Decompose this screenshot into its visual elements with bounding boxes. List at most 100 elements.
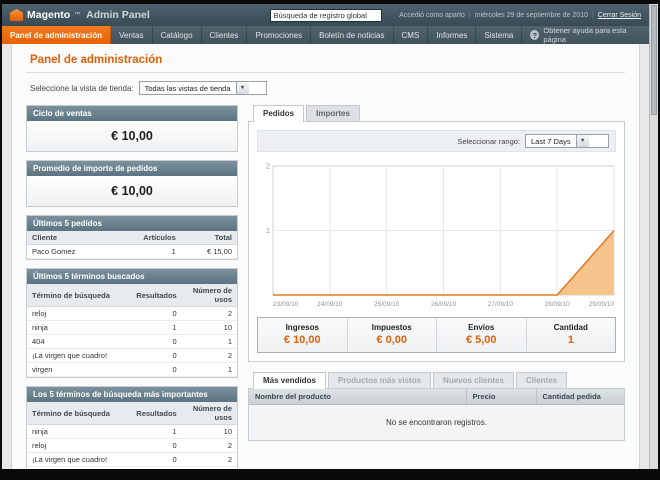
- table-header-row: Término de búsqueda Resultados Número de…: [27, 402, 237, 425]
- lifetime-sales-value: € 10,00: [27, 121, 237, 151]
- table-cell: € 15,00: [180, 244, 237, 259]
- table-row: Paco Gomez 1 € 15,00: [27, 244, 237, 259]
- separator: |: [468, 11, 471, 19]
- table-cell: 1: [181, 466, 237, 469]
- store-view-select[interactable]: Todas las vistas de tienda: [138, 81, 267, 95]
- title-divider: [26, 72, 625, 73]
- help-icon: [530, 30, 540, 40]
- global-search: [269, 8, 382, 22]
- range-label: Seleccionar rango:: [457, 136, 520, 146]
- top-search-terms-table: Término de búsqueda Resultados Número de…: [27, 402, 237, 469]
- orders-chart: 1 2 23/09/10 24/09/10 25/09/10 26/09/10 27/09/…: [257, 161, 616, 309]
- store-switcher: Seleccione la vista de tienda: Todas las…: [26, 81, 625, 95]
- panel-title: Los 5 términos de búsqueda más important…: [27, 387, 237, 402]
- last-search-terms-table: Término de búsqueda Resultados Número de…: [27, 284, 237, 377]
- table-row: 40401: [27, 466, 237, 469]
- lifetime-sales-panel: Ciclo de ventas € 10,00: [26, 105, 238, 152]
- last-orders-table: Cliente Artículos Total Paco Gomez 1 € 15,…: [27, 231, 237, 259]
- table-cell: 0: [131, 466, 182, 469]
- tab-orders[interactable]: Pedidos: [253, 105, 305, 122]
- column-header: Precio: [466, 389, 537, 405]
- nav-item-sales[interactable]: Ventas: [111, 26, 153, 44]
- tab-amounts[interactable]: Importes: [306, 105, 360, 121]
- stat-tax: Impuestos € 0,00: [346, 318, 437, 352]
- vertical-scrollbar[interactable]: [649, 4, 658, 469]
- column-header: Término de búsqueda: [27, 284, 132, 307]
- global-search-input[interactable]: [269, 8, 382, 22]
- column-header: Cantidad pedida: [536, 389, 624, 405]
- tab-bestsellers[interactable]: Más vendidos: [253, 372, 326, 389]
- browser-frame: Magento ™ Admin Panel Accedió como apart…: [0, 0, 660, 480]
- table-cell: 2: [181, 348, 237, 363]
- chevron-down-icon: [575, 135, 589, 147]
- table-header-row: Nombre del producto Precio Cantidad pedi…: [249, 389, 624, 405]
- user-info: Accedió como aparto | miércoles 29 de se…: [382, 11, 641, 19]
- table-cell: Paco Gomez: [27, 244, 113, 259]
- table-cell: 1: [131, 424, 182, 439]
- nav-item-catalog[interactable]: Catálogo: [153, 26, 202, 44]
- chart-panel: Seleccionar rango: Last 7 Days 1 2 23/09/1…: [248, 121, 625, 362]
- average-orders-value: € 10,00: [27, 176, 237, 206]
- table-cell: ninja: [27, 320, 132, 335]
- column-header: Cliente: [27, 231, 113, 245]
- stat-revenue: Ingresos € 10,00: [258, 318, 347, 352]
- brand-trademark: ™: [74, 12, 81, 18]
- nav-item-dashboard[interactable]: Panel de administración: [2, 26, 112, 44]
- nav-item-newsletter[interactable]: Boletín de noticias: [311, 26, 394, 44]
- table-row: ¡La virgen que cuadro! 0 2: [27, 348, 237, 363]
- last-search-terms-panel: Últimos 5 términos buscados Término de b…: [26, 268, 238, 378]
- panel-title: Ciclo de ventas: [27, 106, 237, 121]
- table-cell: reloj: [27, 306, 132, 321]
- bestsellers-panel: Nombre del producto Precio Cantidad pedi…: [248, 388, 625, 441]
- store-switcher-label: Seleccione la vista de tienda:: [30, 83, 134, 93]
- stat-shipping: Envíos € 5,00: [436, 318, 526, 352]
- stat-label: Envíos: [468, 323, 495, 332]
- tab-customers: Clientes: [515, 372, 568, 388]
- tab-new-customers: Nuevos clientes: [433, 372, 514, 388]
- column-header: Artículos: [112, 231, 181, 245]
- empty-message: No se encontraron registros.: [249, 404, 624, 440]
- table-cell: 0: [131, 348, 182, 363]
- help-link[interactable]: Obtener ayuda para esta página: [522, 26, 649, 44]
- brand-name: Magento: [27, 9, 71, 21]
- svg-text:2: 2: [266, 164, 270, 171]
- logout-link[interactable]: Cerrar Sesión: [598, 12, 641, 19]
- table-header-row: Cliente Artículos Total: [27, 231, 237, 245]
- column-header: Resultados: [131, 402, 182, 425]
- nav-item-customers[interactable]: Clientes: [202, 26, 248, 44]
- column-header: Término de búsqueda: [27, 402, 132, 425]
- table-cell: 0: [131, 306, 182, 321]
- nav-item-system[interactable]: Sistema: [476, 26, 523, 44]
- table-row: reloj 0 2: [27, 438, 237, 453]
- logged-in-as: Accedió como aparto: [399, 11, 465, 19]
- current-date: miércoles 29 de septiembre de 2010: [474, 11, 588, 19]
- svg-text:1: 1: [266, 228, 270, 235]
- scrollbar-thumb[interactable]: [651, 5, 657, 115]
- panel-title: Últimos 5 términos buscados: [27, 269, 237, 284]
- magento-logo-icon: [10, 9, 23, 21]
- left-column: Ciclo de ventas € 10,00 Promedio de impo…: [26, 105, 238, 469]
- table-cell: 10: [181, 424, 237, 439]
- table-row: virgen 0 1: [27, 362, 237, 377]
- nav-item-reports[interactable]: Informes: [428, 26, 477, 44]
- table-cell: 0: [131, 334, 182, 349]
- range-select[interactable]: Last 7 Days: [525, 134, 609, 148]
- content-area: Panel de administración Seleccione la vi…: [11, 44, 640, 469]
- table-cell: 1: [131, 320, 182, 335]
- stat-value: € 5,00: [465, 334, 497, 346]
- nav-item-promotions[interactable]: Promociones: [247, 26, 312, 44]
- stat-value: € 0,00: [376, 334, 408, 346]
- svg-text:23/09/10: 23/09/10: [273, 301, 299, 308]
- column-header: Total: [180, 231, 237, 245]
- right-column: Pedidos Importes Seleccionar rango: Last…: [248, 105, 625, 441]
- brand-suffix: Admin Panel: [86, 9, 150, 21]
- top-search-terms-panel: Los 5 términos de búsqueda más important…: [26, 386, 238, 469]
- main-nav: Panel de administración Ventas Catálogo …: [2, 26, 649, 44]
- panel-title: Últimos 5 pedidos: [27, 216, 237, 231]
- table-cell: 1: [112, 244, 181, 259]
- nav-item-cms[interactable]: CMS: [394, 26, 429, 44]
- table-cell: 1: [181, 334, 237, 349]
- table-cell: 0: [131, 452, 182, 467]
- table-cell: 404: [27, 466, 132, 469]
- svg-text:25/09/10: 25/09/10: [374, 301, 400, 308]
